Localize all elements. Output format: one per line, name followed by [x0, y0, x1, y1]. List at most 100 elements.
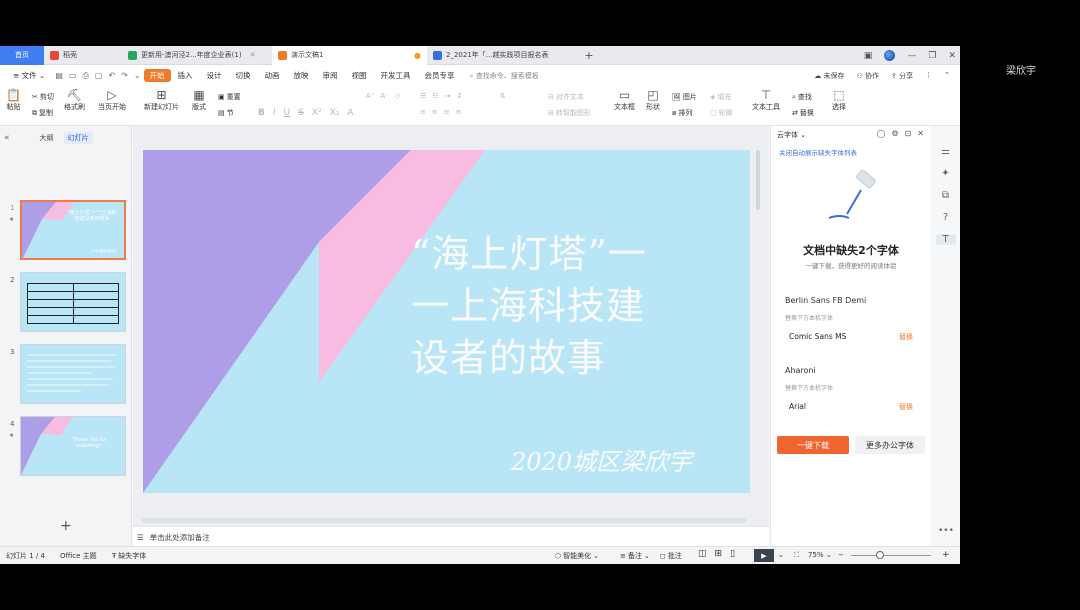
zoom-slider-thumb[interactable]: [876, 551, 884, 559]
reading-view-icon[interactable]: ▯: [730, 549, 735, 559]
minimize-icon[interactable]: —: [907, 51, 916, 61]
slide-thumbnail-1[interactable]: "海上灯塔"一一上海科技建设者的故事 2020城区梁欣宇: [20, 200, 126, 260]
numbering-icon[interactable]: ☷: [432, 92, 438, 100]
justify-icon[interactable]: ≡: [456, 108, 462, 116]
close-icon[interactable]: ✕: [948, 51, 956, 61]
outline-button[interactable]: ▢ 轮廓: [710, 108, 733, 118]
more-icon[interactable]: ⋮: [925, 71, 932, 81]
smart-beautify-button[interactable]: ⬡ 智能美化 ⌄: [555, 551, 599, 561]
play-slideshow-button[interactable]: ▶: [754, 549, 774, 562]
file-menu[interactable]: ≡ 文件 ⌄: [6, 70, 52, 81]
preview-icon[interactable]: ▢: [92, 71, 106, 80]
shape-button[interactable]: ◰ 形状: [646, 88, 660, 112]
redo-icon[interactable]: ↷: [118, 71, 131, 80]
one-click-download-button[interactable]: 一键下载: [777, 436, 849, 454]
disable-auto-show-link[interactable]: 关闭自动展示缺失字体列表: [779, 147, 857, 157]
tab-home[interactable]: 首页: [0, 46, 44, 65]
align-left-icon[interactable]: ≡: [420, 108, 426, 116]
bold-icon[interactable]: B: [258, 108, 265, 118]
slide-editor-canvas[interactable]: “海上灯塔”一 一上海科技建 设者的故事 2020城区梁欣宇: [133, 126, 769, 526]
tab-presentation[interactable]: 演示文稿1 ●: [272, 46, 427, 65]
font-color-icon[interactable]: A: [347, 108, 353, 118]
menu-slideshow[interactable]: 放映: [287, 70, 316, 81]
replace-button[interactable]: ⇄ 替换: [792, 108, 814, 118]
menu-transition[interactable]: 切换: [229, 70, 258, 81]
tab-spreadsheet[interactable]: 更新用-澳河泾2...年度企业表(1) ✕: [122, 46, 272, 65]
normal-view-icon[interactable]: ◫: [698, 549, 707, 559]
help-icon[interactable]: ◯: [876, 129, 885, 138]
open-icon[interactable]: ▤: [52, 71, 66, 80]
unsaved-button[interactable]: ☁ 未保存: [814, 71, 844, 81]
tab-slides[interactable]: 幻灯片: [63, 132, 93, 144]
new-slide-button[interactable]: ⊞ 新建幻灯片: [144, 88, 179, 112]
command-search[interactable]: ⌕ 查找命令、搜索模板: [470, 71, 539, 81]
copy-button[interactable]: ⧉ 复制: [32, 108, 53, 118]
replacement-font[interactable]: Comic Sans MS: [789, 332, 846, 341]
zoom-level[interactable]: 75%: [808, 551, 824, 559]
indent-icon[interactable]: ⇥: [445, 92, 451, 100]
line-spacing-icon[interactable]: ↕: [456, 92, 462, 100]
slide-subtitle[interactable]: 2020城区梁欣宇: [511, 442, 692, 477]
new-tab-button[interactable]: +: [579, 49, 599, 62]
layout-icon[interactable]: ▣: [864, 51, 873, 61]
slide-thumbnail-4[interactable]: Thank You for watching！: [20, 416, 126, 476]
add-slide-button[interactable]: +: [60, 518, 72, 534]
settings-icon[interactable]: ⚙: [891, 129, 898, 138]
replace-button[interactable]: 替换: [899, 402, 913, 412]
menu-developer[interactable]: 开发工具: [374, 70, 418, 81]
menu-start[interactable]: 开始: [143, 69, 171, 82]
underline-icon[interactable]: U: [284, 108, 291, 118]
strikethrough-icon[interactable]: S: [298, 108, 304, 118]
print-icon[interactable]: ⎙: [79, 71, 91, 81]
bullets-icon[interactable]: ☰: [420, 92, 426, 100]
transition-icon[interactable]: ⧉: [942, 190, 949, 201]
save-icon[interactable]: ▭: [66, 71, 80, 80]
select-button[interactable]: ⬚ 选择: [832, 88, 846, 112]
reset-button[interactable]: ▣ 重置: [218, 92, 241, 102]
zoom-out-icon[interactable]: −: [838, 551, 844, 559]
more-icon[interactable]: •••: [938, 526, 954, 536]
scroll-thumb[interactable]: [756, 150, 760, 210]
picture-button[interactable]: 🖼 图片: [672, 92, 697, 102]
close-icon[interactable]: ✕: [250, 51, 256, 59]
slide-thumbnail-2[interactable]: [20, 272, 126, 332]
vertical-scrollbar[interactable]: [756, 140, 762, 520]
sliders-icon[interactable]: ⚌: [941, 146, 950, 157]
collaborate-button[interactable]: ⚇ 协作: [857, 71, 880, 81]
undo-icon[interactable]: ↶: [105, 71, 118, 80]
collapse-panel-icon[interactable]: «: [4, 133, 10, 143]
font-shrink-icon[interactable]: A⁻: [380, 92, 388, 100]
help-icon[interactable]: ?: [943, 212, 948, 223]
maximize-icon[interactable]: ❐: [928, 51, 936, 61]
arrange-button[interactable]: ⧈ 排列: [672, 108, 692, 118]
format-painter-button[interactable]: ⛏ 格式刷: [64, 88, 85, 112]
menu-animation[interactable]: 动画: [258, 70, 287, 81]
slide-sorter-icon[interactable]: ⊞: [715, 549, 723, 559]
cut-button[interactable]: ✂ 剪切: [32, 92, 54, 102]
current-slide[interactable]: “海上灯塔”一 一上海科技建 设者的故事 2020城区梁欣宇: [143, 150, 750, 493]
collapse-ribbon-icon[interactable]: ⌃: [944, 71, 950, 81]
section-button[interactable]: ▤ 节: [218, 108, 234, 118]
find-button[interactable]: ⌕ 查找: [792, 92, 812, 102]
tab-docer[interactable]: 稻壳: [44, 46, 122, 65]
paste-button[interactable]: 📋 粘贴: [6, 88, 21, 112]
share-button[interactable]: ⇪ 分享: [891, 71, 913, 81]
align-right-icon[interactable]: ≡: [444, 108, 450, 116]
play-from-current-button[interactable]: ▷ 当页开始: [98, 88, 126, 112]
comments-button[interactable]: ◻ 批注: [660, 551, 682, 561]
notes-pane[interactable]: ☰ 单击此处添加备注: [133, 526, 769, 548]
fit-window-icon[interactable]: ⛶: [794, 551, 799, 560]
avatar[interactable]: [884, 50, 896, 61]
fill-button[interactable]: ◈ 填充: [710, 92, 731, 102]
font-icon[interactable]: T: [935, 234, 956, 245]
close-icon[interactable]: ✕: [917, 129, 924, 138]
zoom-in-icon[interactable]: +: [942, 550, 950, 560]
menu-review[interactable]: 审阅: [316, 70, 345, 81]
menu-member[interactable]: 会员专享: [418, 70, 462, 81]
align-center-icon[interactable]: ≡: [432, 108, 438, 116]
more-office-fonts-button[interactable]: 更多办公字体: [855, 436, 925, 454]
italic-icon[interactable]: I: [273, 108, 276, 118]
text-direction-button[interactable]: ⇅: [500, 92, 506, 100]
quick-access-dropdown-icon[interactable]: ⌄: [131, 71, 144, 80]
text-tools-button[interactable]: ⊤ 文本工具: [752, 88, 780, 112]
